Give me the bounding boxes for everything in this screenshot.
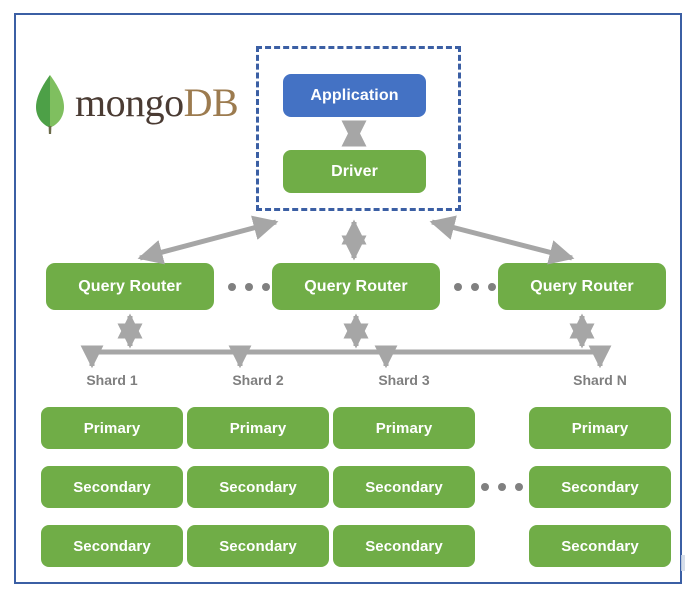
ellipsis-dot bbox=[262, 283, 270, 291]
shard-label-4: Shard N bbox=[573, 372, 627, 388]
ellipsis-dot bbox=[481, 483, 489, 491]
edge-artifact bbox=[681, 555, 685, 571]
shard-label-3: Shard 3 bbox=[378, 372, 430, 388]
ellipsis-dot bbox=[454, 283, 462, 291]
shard-label-2: Shard 2 bbox=[232, 372, 284, 388]
router-ellipsis-2 bbox=[454, 283, 496, 291]
mongodb-leaf-icon bbox=[36, 75, 64, 134]
ellipsis-dot bbox=[498, 483, 506, 491]
shard-2-primary[interactable]: Primary bbox=[187, 407, 329, 449]
shard-2-secondary-2[interactable]: Secondary bbox=[187, 525, 329, 567]
shard-n-secondary-2[interactable]: Secondary bbox=[529, 525, 671, 567]
ellipsis-dot bbox=[245, 283, 253, 291]
shard-1-secondary-2[interactable]: Secondary bbox=[41, 525, 183, 567]
shard-3-secondary-2[interactable]: Secondary bbox=[333, 525, 475, 567]
mongodb-wordmark: mongoDB bbox=[75, 78, 239, 128]
query-router-node-1[interactable]: Query Router bbox=[46, 263, 214, 310]
shard-ellipsis bbox=[481, 483, 523, 491]
logo-text-mongo: mongo bbox=[75, 80, 184, 125]
shard-3-secondary-1[interactable]: Secondary bbox=[333, 466, 475, 508]
shard-2-secondary-1[interactable]: Secondary bbox=[187, 466, 329, 508]
ellipsis-dot bbox=[471, 283, 479, 291]
application-node[interactable]: Application bbox=[283, 74, 426, 117]
ellipsis-dot bbox=[228, 283, 236, 291]
shard-n-primary[interactable]: Primary bbox=[529, 407, 671, 449]
shard-1-primary[interactable]: Primary bbox=[41, 407, 183, 449]
ellipsis-dot bbox=[488, 283, 496, 291]
query-router-node-3[interactable]: Query Router bbox=[498, 263, 666, 310]
query-router-node-2[interactable]: Query Router bbox=[272, 263, 440, 310]
router-ellipsis-1 bbox=[228, 283, 270, 291]
shard-3-primary[interactable]: Primary bbox=[333, 407, 475, 449]
diagram-canvas: mongoDB Application Driver Query Router … bbox=[0, 0, 698, 597]
shard-1-secondary-1[interactable]: Secondary bbox=[41, 466, 183, 508]
shard-n-secondary-1[interactable]: Secondary bbox=[529, 466, 671, 508]
shard-label-1: Shard 1 bbox=[86, 372, 138, 388]
logo-text-db: DB bbox=[183, 80, 239, 125]
driver-node[interactable]: Driver bbox=[283, 150, 426, 193]
mongodb-logo: mongoDB bbox=[33, 72, 243, 138]
ellipsis-dot bbox=[515, 483, 523, 491]
